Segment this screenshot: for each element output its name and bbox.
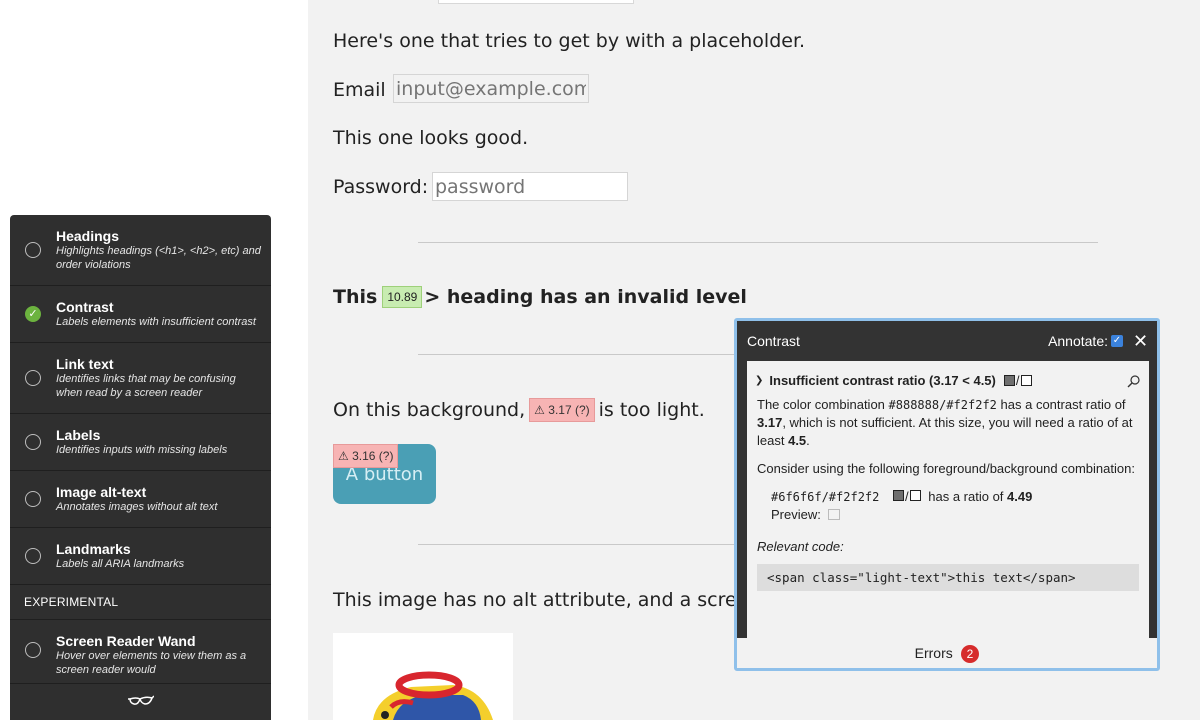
- sidebar-item-image-alt-text[interactable]: Image alt-text Annotates images without …: [10, 471, 271, 528]
- sidebar-item-title: Contrast: [56, 299, 114, 315]
- sidebar-footer: [10, 681, 271, 720]
- error-title: Insufficient contrast ratio (3.17 < 4.5): [769, 373, 996, 388]
- radio-unchecked-icon[interactable]: [25, 242, 41, 258]
- radio-unchecked-icon[interactable]: [25, 370, 41, 386]
- button-contrast-badge[interactable]: ⚠ 3.16 (?): [333, 444, 399, 468]
- preview-row: Preview:: [747, 506, 1149, 524]
- sidebar-item-title: Screen Reader Wand: [56, 633, 196, 649]
- bg-text-after: is too light.: [598, 399, 705, 421]
- password-label: Password:: [333, 176, 429, 198]
- looks-good-text: This one looks good.: [333, 127, 529, 149]
- consider-text: Consider using the following foreground/…: [757, 461, 1135, 476]
- annotate-checkbox[interactable]: ✓: [1111, 335, 1123, 347]
- error-header[interactable]: ❯ Insufficient contrast ratio (3.17 < 4.…: [747, 361, 1149, 388]
- sidebar-item-labels[interactable]: Labels Identifies inputs with missing la…: [10, 414, 271, 471]
- background-swatch: [1020, 375, 1032, 386]
- annotate-toggle[interactable]: Annotate: ✓: [1048, 333, 1123, 349]
- sidebar-item-title: Image alt-text: [56, 484, 147, 500]
- relevant-code-label: Relevant code:: [757, 539, 844, 554]
- placeholder-intro-text: Here's one that tries to get by with a p…: [333, 30, 806, 52]
- desc-text: has a contrast ratio of: [1000, 397, 1126, 412]
- glasses-icon[interactable]: [127, 693, 155, 709]
- toy-car-image: [333, 633, 513, 720]
- contrast-warning-badge[interactable]: ⚠ 3.17 (?): [529, 398, 595, 422]
- email-input[interactable]: [393, 74, 589, 103]
- suggest-ratio: 4.49: [1007, 489, 1033, 504]
- sidebar-item-desc: Labels elements with insufficient contra…: [56, 316, 256, 328]
- radio-unchecked-icon[interactable]: [25, 642, 41, 658]
- swatch-separator: /: [1015, 373, 1020, 388]
- annotate-label: Annotate:: [1048, 333, 1108, 349]
- swatch-separator: /: [905, 489, 909, 504]
- panel-header: Contrast Annotate: ✓ ✕: [737, 321, 1157, 361]
- sidebar-item-title: Link text: [56, 356, 114, 372]
- errors-footer[interactable]: Errors 2: [737, 638, 1157, 668]
- contrast-panel: Contrast Annotate: ✓ ✕ ❯ Insufficient co…: [734, 318, 1160, 671]
- radio-unchecked-icon[interactable]: [25, 491, 41, 507]
- heading-level-badge[interactable]: 10.89: [382, 286, 423, 308]
- suggest-foreground-swatch: [893, 490, 904, 501]
- preview-box: [828, 509, 841, 520]
- desc-ratio: 3.17: [757, 415, 783, 430]
- sidebar-item-desc: Identifies inputs with missing labels: [56, 444, 228, 456]
- check-circle-icon[interactable]: ✓: [25, 306, 41, 322]
- sidebar-item-desc: Identifies links that may be confusing w…: [56, 373, 236, 399]
- desc-min-ratio: 4.5: [788, 433, 807, 448]
- suggestion: #6f6f6f/#f2f2f2 / has a ratio of 4.49: [747, 488, 1149, 506]
- invalid-heading: This 10.89 > heading has an invalid leve…: [333, 286, 747, 308]
- desc-colors: #888888/#f2f2f2: [888, 398, 997, 412]
- sidebar-item-contrast[interactable]: ✓ Contrast Labels elements with insuffic…: [10, 286, 271, 343]
- search-icon[interactable]: [1127, 374, 1141, 388]
- sidebar-item-desc: Hover over elements to view them as a sc…: [56, 650, 247, 676]
- sidebar-item-desc: Highlights headings (<h1>, <h2>, etc) an…: [56, 245, 261, 271]
- close-icon[interactable]: ✕: [1133, 331, 1148, 352]
- suggest-colors: #6f6f6f/#f2f2f2: [771, 490, 880, 504]
- sidebar-item-title: Headings: [56, 228, 120, 244]
- sidebar-item-desc: Labels all ARIA landmarks: [56, 558, 185, 570]
- bg-text-before: On this background,: [333, 399, 526, 421]
- sidebar-item-headings[interactable]: Headings Highlights headings (<h1>, <h2>…: [10, 215, 271, 286]
- background-sentence: On this background, ⚠ 3.17 (?) is too li…: [333, 398, 705, 422]
- desc-text: The color combination: [757, 397, 885, 412]
- sidebar-item-screen-reader-wand[interactable]: Screen Reader Wand Hover over elements t…: [10, 620, 271, 684]
- radio-unchecked-icon[interactable]: [25, 434, 41, 450]
- password-input[interactable]: [432, 172, 628, 201]
- sidebar-item-title: Labels: [56, 427, 101, 443]
- chevron-down-icon[interactable]: ❯: [755, 375, 763, 386]
- heading-text-after: > heading has an invalid level: [424, 286, 747, 308]
- top-input-field[interactable]: [438, 0, 634, 4]
- error-description: The color combination #888888/#f2f2f2 ha…: [757, 397, 1133, 448]
- panel-title: Contrast: [747, 333, 800, 349]
- errors-count-badge: 2: [960, 645, 980, 663]
- suggest-background-swatch: [909, 490, 921, 501]
- experimental-section-label: EXPERIMENTAL: [10, 585, 271, 620]
- foreground-swatch: [1003, 375, 1015, 386]
- errors-label: Errors: [914, 645, 953, 661]
- panel-body: ❯ Insufficient contrast ratio (3.17 < 4.…: [747, 361, 1149, 659]
- sidebar-item-link-text[interactable]: Link text Identifies links that may be c…: [10, 343, 271, 414]
- email-label: Email: [333, 79, 386, 101]
- relevant-code-block: <span class="light-text">this text</span…: [757, 564, 1139, 591]
- suggest-ratio-label: has a ratio of: [928, 489, 1004, 504]
- heading-text-before: This: [333, 286, 378, 308]
- sidebar-item-landmarks[interactable]: Landmarks Labels all ARIA landmarks: [10, 528, 271, 585]
- sidebar-item-desc: Annotates images without alt text: [56, 501, 218, 513]
- accessibility-tools-sidebar: Headings Highlights headings (<h1>, <h2>…: [10, 215, 271, 720]
- radio-unchecked-icon[interactable]: [25, 548, 41, 564]
- divider: [418, 242, 1098, 243]
- desc-text: , which is not sufficient. At this size,…: [757, 415, 1133, 448]
- sidebar-item-title: Landmarks: [56, 541, 131, 557]
- preview-label: Preview:: [771, 507, 821, 522]
